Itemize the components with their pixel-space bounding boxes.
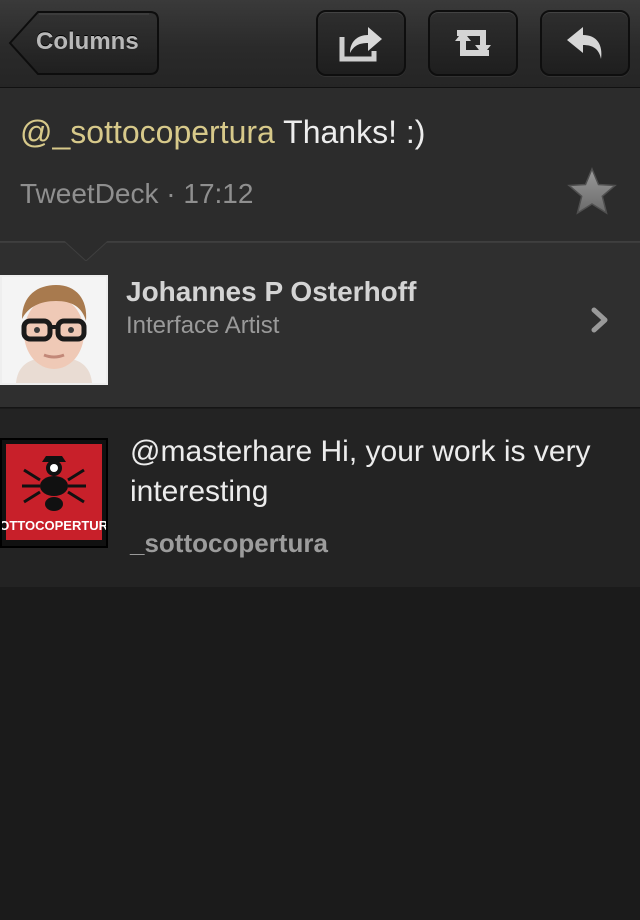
avatar[interactable]: SOTTOCOPERTURA	[0, 438, 118, 548]
top-toolbar: Columns	[0, 0, 640, 88]
columns-back-label: Columns	[36, 28, 139, 55]
share-icon	[336, 23, 386, 63]
avatar[interactable]	[0, 275, 108, 385]
sottocopertura-logo: SOTTOCOPERTURA	[0, 440, 118, 546]
tweet-detail: @_sottocopertura Thanks! :) TweetDeck · …	[0, 88, 640, 242]
author-name[interactable]: Johannes P Osterhoff	[126, 276, 416, 308]
logo-text: SOTTOCOPERTURA	[2, 518, 106, 533]
detail-pointer	[63, 240, 109, 266]
chevron-right-icon[interactable]	[590, 307, 610, 338]
tweet-meta: TweetDeck · 17:12	[20, 178, 254, 209]
conversation-tweet-username[interactable]: _sottocopertura	[130, 528, 328, 559]
reply-icon	[563, 23, 607, 63]
tweet-detail-screen: Columns @_sottocopertura Thanks!:) Twee…	[0, 0, 640, 920]
author-bio: Interface Artist	[126, 312, 280, 339]
reply-button[interactable]	[540, 10, 630, 76]
share-button[interactable]	[316, 10, 406, 76]
conversation-tweet-text: @masterhare Hi, your work is very intere…	[130, 435, 591, 508]
columns-back-button[interactable]: Columns	[8, 10, 160, 76]
tweet-body: Thanks! :)	[274, 114, 426, 150]
empty-area	[0, 587, 640, 920]
tweet-text: @_sottocopertura Thanks! :)	[20, 114, 425, 151]
tweet-mention-link[interactable]: @_sottocopertura	[20, 114, 275, 150]
retweet-icon	[449, 23, 497, 63]
star-icon[interactable]	[566, 166, 618, 223]
retweet-button[interactable]	[428, 10, 518, 76]
author-avatar-portrait	[2, 277, 106, 383]
